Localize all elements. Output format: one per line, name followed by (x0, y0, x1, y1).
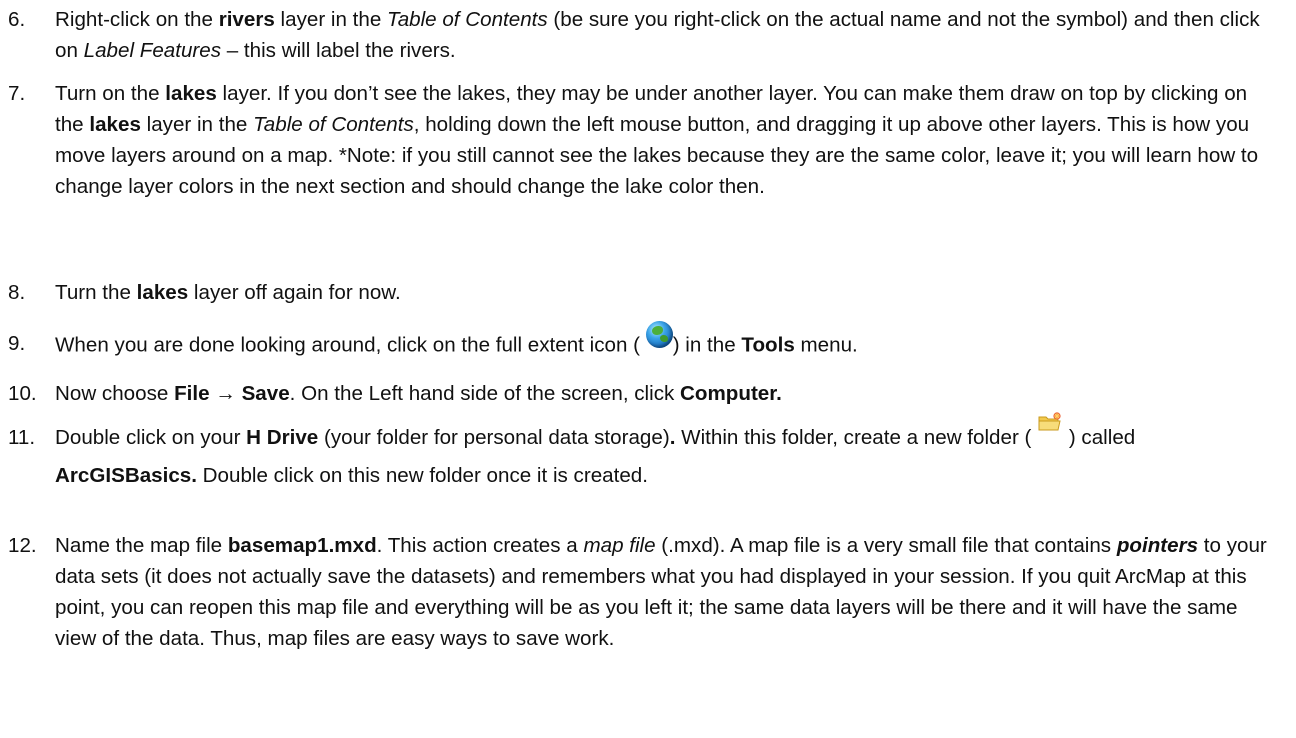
emphasis-text: lakes (89, 113, 141, 136)
emphasis-text: basemap1.mxd (227, 534, 377, 557)
emphasis-text: map file (583, 534, 656, 557)
globe-icon (645, 321, 673, 364)
text-run: Turn the (55, 281, 137, 304)
text-run: Turn on the (55, 82, 166, 105)
emphasis-text: pointers (1116, 534, 1199, 557)
instruction-document: 6. Right-click on the rivers layer in th… (0, 0, 1296, 738)
text-run: ) in the (672, 333, 742, 357)
text-run: When you are done looking around, click … (55, 333, 646, 357)
text-run: ) called (1063, 426, 1136, 449)
text-run: Now choose (55, 382, 175, 405)
text-run: Double click on this new folder once it … (196, 464, 648, 488)
step-text: When you are done looking around, click … (55, 321, 1280, 364)
text-run: (.mxd). A map file is a very small file … (655, 534, 1117, 557)
text-run: . On the Left hand side of the screen, c… (289, 382, 681, 405)
text-run: Within this folder, create a new folder … (675, 426, 1038, 449)
step-text: Now choose File → Save. On the Left hand… (55, 378, 1280, 409)
text-run: layer in the (140, 113, 254, 136)
text-run: – this will label the rivers. (221, 39, 456, 62)
new-folder-icon (1037, 412, 1063, 457)
emphasis-text: File → Save (174, 382, 290, 405)
text-run: (your folder for personal data storage) (318, 426, 670, 449)
text-run: layer off again for now. (188, 281, 401, 304)
emphasis-text: rivers (218, 8, 275, 31)
text-run: layer in the (274, 8, 387, 31)
text-run: . This action creates a (376, 534, 584, 557)
text-run: menu. (794, 333, 858, 357)
step-text: Name the map file basemap1.mxd. This act… (55, 530, 1280, 654)
step-text: Double click on your H Drive (your folde… (55, 412, 1280, 494)
emphasis-text: Label Features (83, 39, 222, 62)
step-text: Turn on the lakes layer. If you don’t se… (55, 78, 1280, 202)
text-run: Name the map file (55, 534, 228, 557)
emphasis-text: ArcGISBasics. (55, 464, 197, 488)
emphasis-text: Computer. (680, 382, 782, 405)
emphasis-text: Table of Contents (387, 8, 548, 31)
emphasis-text: lakes (136, 281, 189, 304)
emphasis-text: Table of Contents (253, 113, 414, 136)
emphasis-text: lakes (165, 82, 217, 105)
emphasis-text: H Drive (246, 426, 319, 449)
step-text: Turn the lakes layer off again for now. (55, 277, 1280, 308)
step-text: Right-click on the rivers layer in the T… (55, 4, 1280, 66)
text-run: Right-click on the (55, 8, 219, 31)
emphasis-text: Tools (741, 333, 795, 357)
text-run: Double click on your (55, 426, 247, 449)
